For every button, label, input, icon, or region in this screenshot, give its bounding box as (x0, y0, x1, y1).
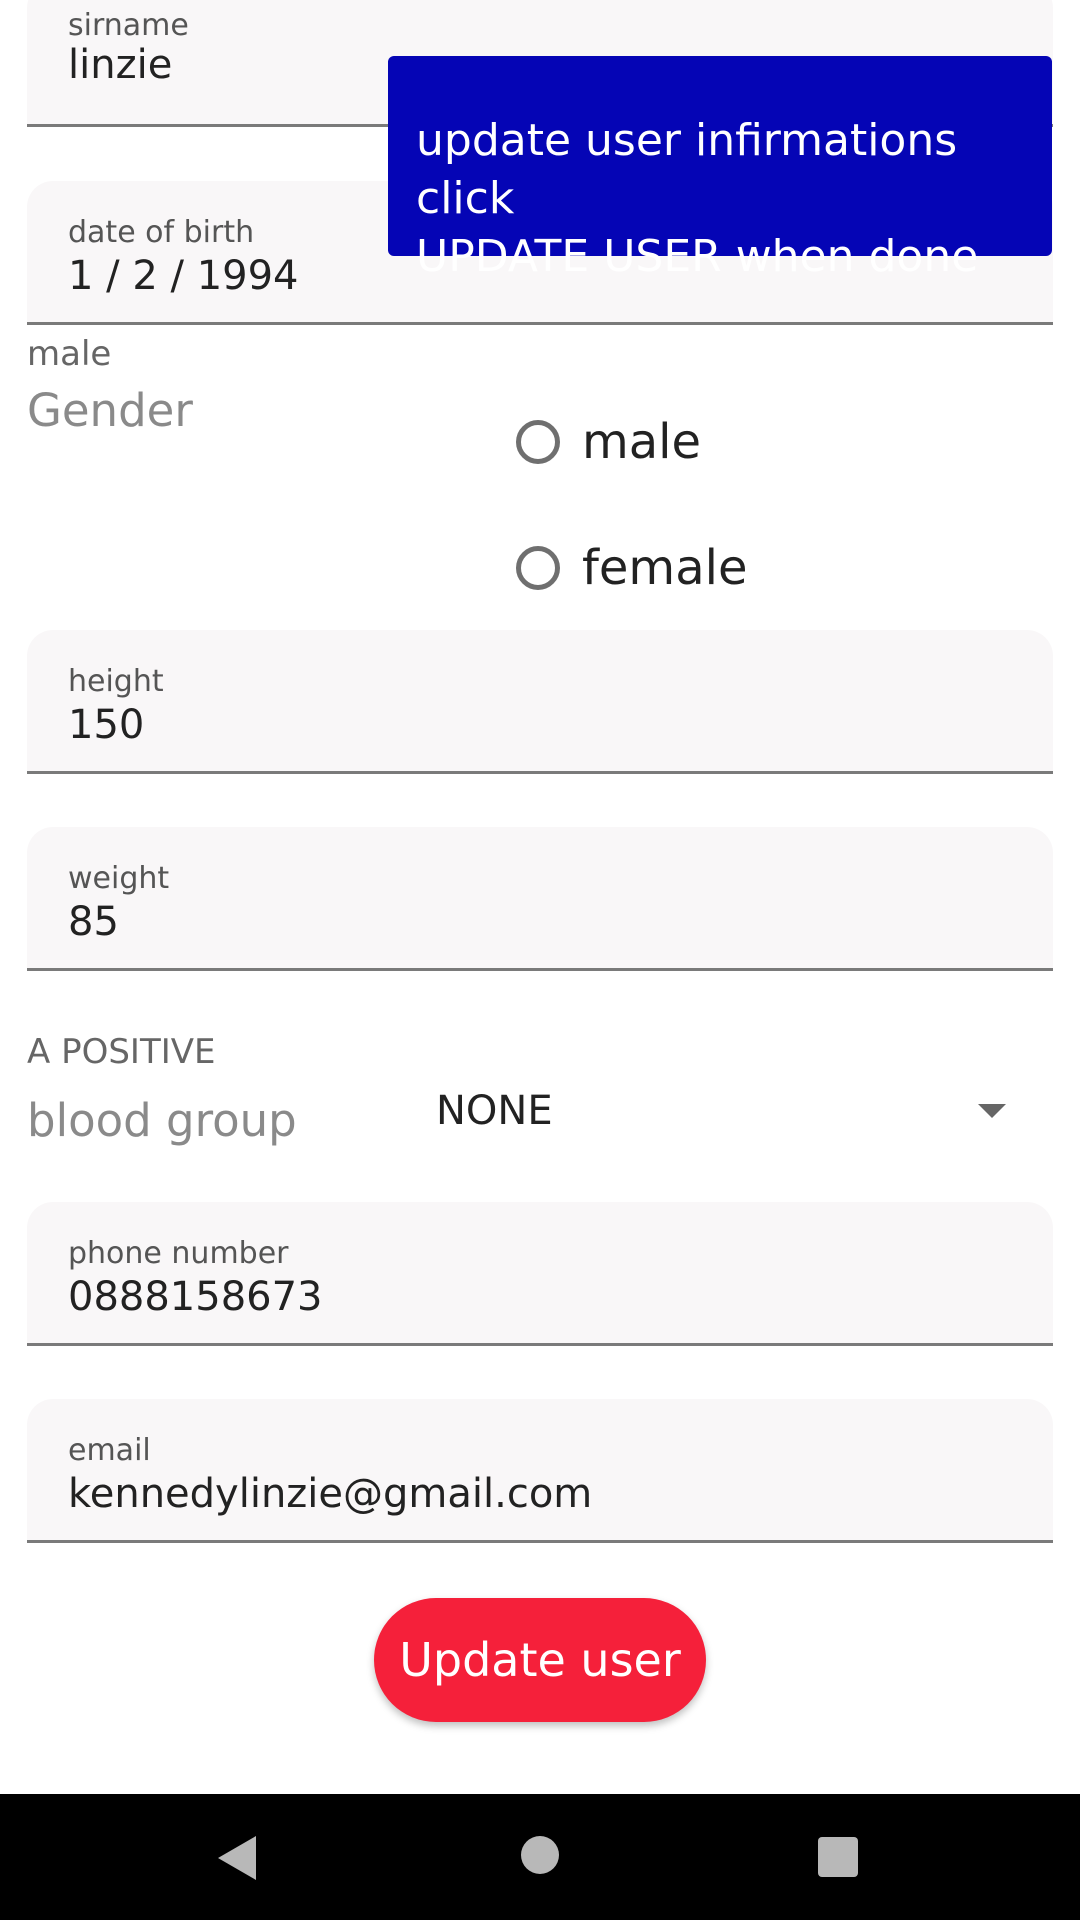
back-triangle-icon[interactable] (218, 1836, 256, 1880)
weight-field[interactable]: weight 85 (27, 827, 1053, 971)
phone-number-label: phone number (68, 1236, 289, 1271)
blood-group-hint: blood group (27, 1094, 297, 1147)
email-label: email (68, 1433, 151, 1468)
radio-unchecked-icon[interactable] (516, 546, 560, 590)
date-of-birth-value[interactable]: 1 / 2 / 1994 (68, 253, 299, 299)
height-value[interactable]: 150 (68, 702, 144, 748)
tooltip-line-2: UPDATE USER when done (416, 231, 979, 282)
navigation-bar (0, 1794, 1080, 1920)
surname-label: sirname (68, 8, 189, 43)
date-of-birth-label: date of birth (68, 215, 255, 250)
surname-value[interactable]: linzie (68, 42, 172, 88)
home-circle-icon[interactable] (521, 1836, 559, 1874)
blood-group-dropdown[interactable]: NONE (420, 1076, 1020, 1146)
chevron-down-icon[interactable] (978, 1104, 1006, 1118)
email-value[interactable]: kennedylinzie@gmail.com (68, 1471, 592, 1517)
help-tooltip: update user infirmations click UPDATE US… (388, 56, 1052, 282)
height-field[interactable]: height 150 (27, 630, 1053, 774)
gender-option-female[interactable]: female (516, 540, 747, 596)
weight-value[interactable]: 85 (68, 899, 119, 945)
gender-selected-text: male (27, 334, 112, 374)
radio-unchecked-icon[interactable] (516, 420, 560, 464)
phone-number-field[interactable]: phone number 0888158673 (27, 1202, 1053, 1346)
weight-label: weight (68, 861, 170, 896)
gender-option-male[interactable]: male (516, 414, 701, 470)
update-user-button[interactable]: Update user (374, 1598, 706, 1722)
tooltip-line-1: update user infirmations click (416, 115, 958, 224)
blood-group-dropdown-value: NONE (436, 1088, 553, 1134)
gender-option-male-label: male (582, 414, 702, 470)
recent-square-icon[interactable] (818, 1837, 858, 1877)
phone-number-value[interactable]: 0888158673 (68, 1274, 323, 1320)
email-field[interactable]: email kennedylinzie@gmail.com (27, 1399, 1053, 1543)
blood-group-selected-text: A POSITIVE (27, 1032, 216, 1072)
gender-option-female-label: female (582, 540, 748, 596)
gender-hint: Gender (27, 384, 193, 437)
height-label: height (68, 664, 164, 699)
